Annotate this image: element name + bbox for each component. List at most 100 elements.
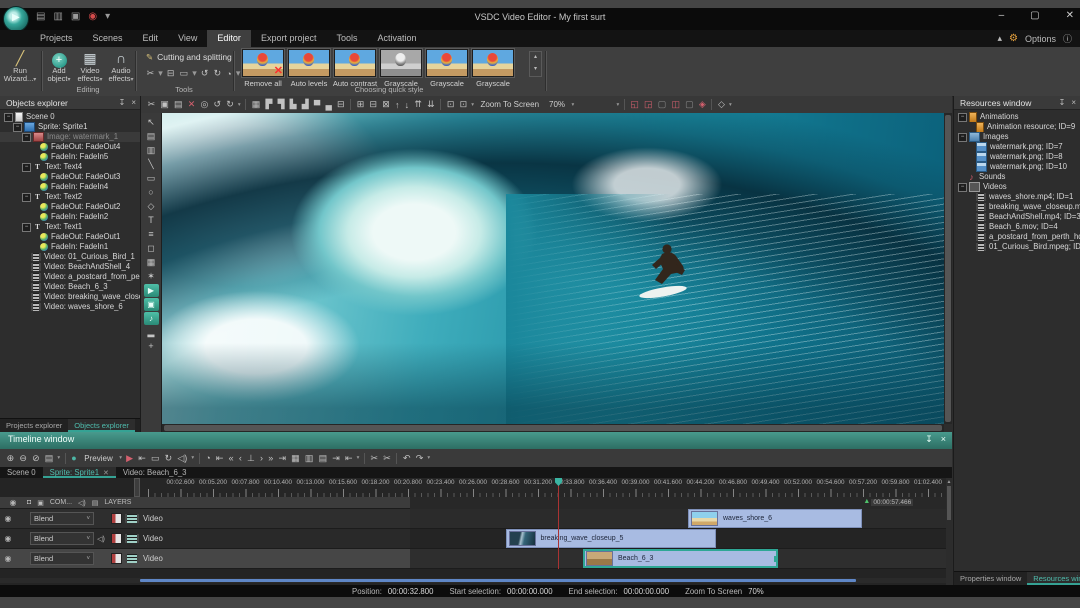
panel-tab-objects-explorer[interactable]: Objects explorer [68,419,135,432]
object-tree-item[interactable]: Video: BeachAndShell_4 [0,262,140,272]
minimize-button[interactable]: – [999,10,1005,21]
object-tree-item[interactable]: FadeOut: FadeOut4 [0,142,140,152]
menu-tab-editor[interactable]: Editor [207,30,251,47]
visibility-icon[interactable]: ◉ [0,554,16,563]
preview-horizontal-scrollbar[interactable] [162,424,944,432]
blend-mode-dropdown[interactable]: Blend˅ [30,552,94,565]
resource-tree-item[interactable]: breaking_wave_closeup.mp4; ID=2 [954,202,1080,212]
clip-resize-handle[interactable] [774,556,778,562]
zoom-100-icon[interactable]: ▢ [655,99,669,110]
close-panel-icon[interactable]: × [941,434,946,445]
fit-height-icon[interactable]: ⊟ [367,99,380,110]
object-tree-item[interactable]: Video: breaking_wave_closeup [0,292,140,302]
group-objects-icon[interactable]: ▦ [249,99,263,110]
cut-tool-icon[interactable]: ✂ [144,68,157,79]
preview-options-icon[interactable]: ▾ [190,455,196,461]
rectangle-tool-icon[interactable]: ▭ [144,172,159,185]
display-lines-icon[interactable]: ▤ [316,453,330,464]
object-tree-item[interactable]: −TText: Text1 [0,222,140,232]
step-back-icon[interactable]: ‹ [236,453,244,463]
counter-tool-icon[interactable]: ▦ [144,256,159,269]
zoom-dd-icon[interactable]: ▾ [570,102,576,108]
menu-tab-edit[interactable]: Edit [133,30,169,47]
expander-icon[interactable]: − [22,163,31,172]
cut-dd-icon[interactable]: ▾ [157,68,165,79]
menu-tab-activation[interactable]: Activation [367,30,426,47]
expander-icon[interactable]: − [4,113,13,122]
fit-width-icon[interactable]: ⊞ [354,99,367,110]
resource-tree-item[interactable]: Animation resource; ID=9 [954,122,1080,132]
ellipse-tool-icon[interactable]: ○ [144,186,159,199]
resource-tree-item[interactable]: 01_Curious_Bird.mpeg; ID=6 [954,242,1080,252]
clip-waves_shore_6[interactable]: waves_shore_6 [688,509,862,528]
go-to-start-icon[interactable]: ⇤ [136,453,149,464]
object-tree-item[interactable]: FadeIn: FadeIn5 [0,152,140,162]
cursor-tool-icon[interactable]: ↖ [144,116,159,129]
panel-tab-properties-window[interactable]: Properties window [954,572,1027,585]
rotate-right-icon[interactable]: ↻ [211,68,224,79]
scene-end-marker[interactable]: ▲ [863,498,870,505]
distribute-icon[interactable]: ⊟ [334,99,347,110]
zoom-region-icon[interactable]: ◫ [669,99,683,110]
menu-tab-export-project[interactable]: Export project [251,30,327,47]
playhead[interactable] [558,478,559,569]
track-color-chip[interactable] [111,553,122,564]
mute-audio-icon[interactable]: ◁) [175,453,190,464]
order-up-icon[interactable]: ↑ [392,100,402,110]
expander-icon[interactable]: − [958,183,967,192]
object-tree-item[interactable]: −Sprite: Sprite1 [0,122,140,132]
object-tree-item[interactable]: FadeOut: FadeOut2 [0,202,140,212]
zoom-out-selection-icon[interactable]: ◲ [641,99,655,110]
cutting-splitting-button[interactable]: ✎Cutting and splitting [146,52,232,63]
blend-mode-dropdown[interactable]: Blend˅ [30,532,94,545]
object-tree-item[interactable]: FadeOut: FadeOut3 [0,172,140,182]
object-tree-item[interactable]: Video: waves_shore_6 [0,302,140,312]
object-tree-item[interactable]: FadeIn: FadeIn4 [0,182,140,192]
panel-tab-projects-explorer[interactable]: Projects explorer [0,419,68,432]
styles-scroll-up-icon[interactable]: ▴ [530,52,541,64]
display-blocks-icon[interactable]: ▥ [302,453,316,464]
delete-icon[interactable]: ✕ [185,99,198,110]
menu-tab-tools[interactable]: Tools [326,30,367,47]
lock-icon[interactable]: ◘ [27,499,31,506]
blend-copy-icon[interactable]: ▣ [37,499,44,507]
select-region-icon[interactable]: ▢ [683,99,697,110]
fast-back-icon[interactable]: « [226,453,236,463]
record-shape-icon[interactable]: ◎ [198,99,211,110]
object-tree-item[interactable]: −TText: Text2 [0,192,140,202]
add-video-icon[interactable]: ▶ [144,284,159,297]
pin-icon[interactable]: ↧ [925,434,933,445]
visibility-icon[interactable]: ◉ [0,534,16,543]
align-top-icon[interactable]: ▜ [275,99,287,110]
align-left-icon[interactable]: ▛ [263,99,275,110]
object-tree-item[interactable]: FadeIn: FadeIn1 [0,242,140,252]
speaker-icon[interactable]: ◁) [94,535,108,543]
jump-first-icon[interactable]: ⇤ [213,453,226,464]
preview-play-icon[interactable]: ▶ [124,453,136,464]
close-panel-icon[interactable]: × [1071,98,1076,107]
undo-icon[interactable]: ↺ [211,99,224,110]
object-tree-item[interactable]: −Scene 0 [0,112,140,122]
maximize-button[interactable]: ▢ [1030,10,1039,21]
quick-style-grayscale[interactable]: Grayscale [424,49,470,88]
resource-tree-item[interactable]: Beach_6.mov; ID=4 [954,222,1080,232]
preview-quality-icon[interactable]: ● [69,453,80,463]
playback-more-icon[interactable]: ▾ [355,455,361,461]
close-panel-icon[interactable]: × [131,98,136,107]
expander-icon[interactable]: − [13,123,22,132]
shape-mode-icon[interactable]: ◇ [715,99,727,110]
scrollbar-thumb[interactable] [164,425,942,431]
resource-tree-item[interactable]: watermark.png; ID=10 [954,162,1080,172]
visibility-icon[interactable]: ◉ [5,498,21,507]
resource-tree-item[interactable]: watermark.png; ID=7 [954,142,1080,152]
crop-tool-icon[interactable]: ▭ [177,68,191,79]
timeline-more-icon[interactable]: ▾ [426,455,432,461]
visibility-icon[interactable]: ◉ [0,514,16,523]
cut-icon[interactable]: ✂ [145,99,158,110]
resource-tree-item[interactable]: watermark.png; ID=8 [954,152,1080,162]
layers-tool-icon[interactable]: ▥ [144,144,159,157]
stop-icon[interactable]: ⊥ [244,453,257,464]
fast-forward-icon[interactable]: » [266,453,276,463]
menu-tab-scenes[interactable]: Scenes [83,30,133,47]
panel-tab-resources-window[interactable]: Resources window [1027,572,1080,585]
